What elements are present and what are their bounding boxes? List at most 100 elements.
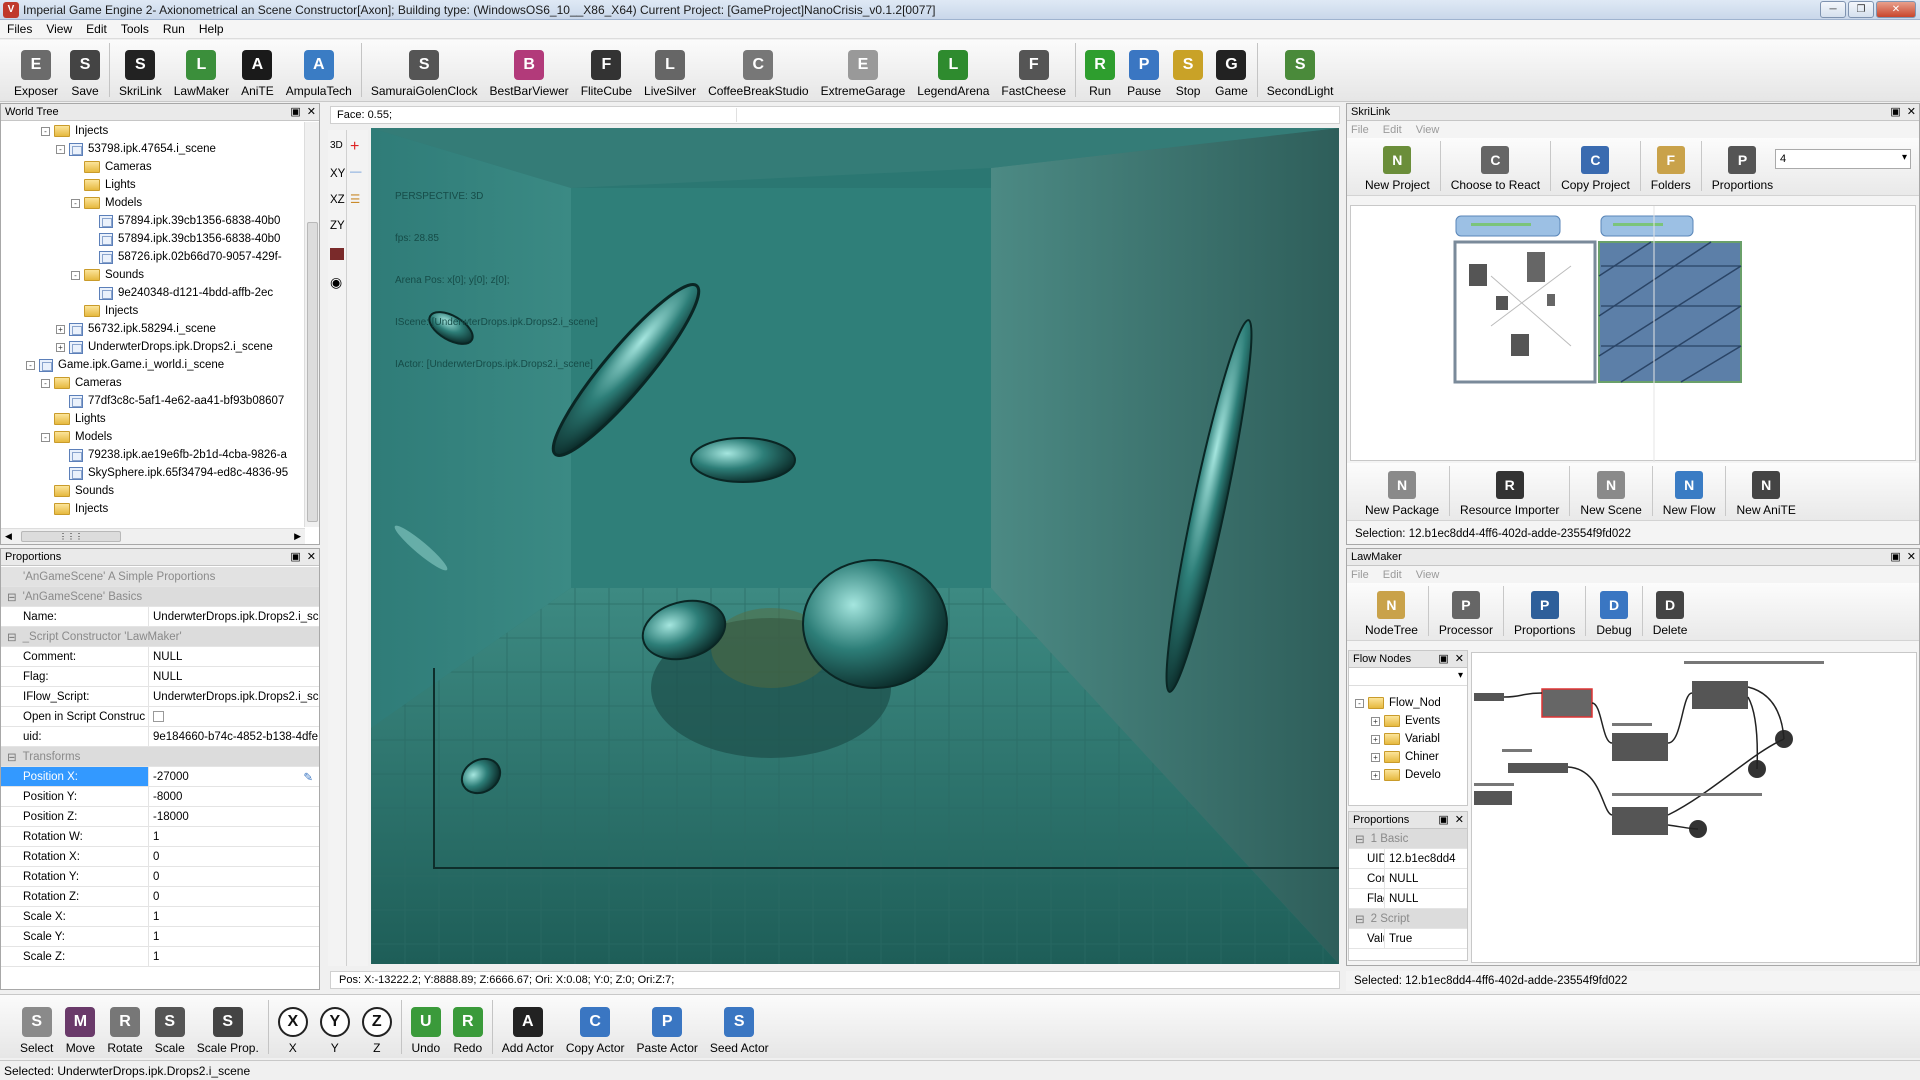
flow-tree-item[interactable]: - Flow_Nod [1355, 694, 1441, 712]
menu-item-files[interactable]: Files [0, 22, 39, 36]
toolbar-coffeebreakstudio-button[interactable]: C CoffeeBreakStudio [702, 41, 815, 101]
menu-item-tools[interactable]: Tools [114, 22, 156, 36]
color-swatch-icon[interactable] [330, 248, 344, 260]
skrilink-graph[interactable] [1351, 206, 1917, 462]
property-row[interactable]: Name: UnderwterDrops.ipk.Drops2.i_sc [1, 607, 319, 627]
view-3d-button[interactable]: 3D [330, 140, 343, 151]
submenu-view[interactable]: View [1416, 569, 1440, 581]
property-value[interactable]: NULL [149, 647, 319, 666]
tree-item[interactable]: - Game.ipk.Game.i_world.i_scene [26, 356, 224, 374]
skrilink-dropdown[interactable]: 4 [1775, 149, 1911, 169]
toolbar-skrilink-button[interactable]: S SkriLink [113, 41, 168, 101]
tree-item[interactable]: + UnderwterDrops.ipk.Drops2.i_scene [56, 338, 273, 356]
property-value[interactable]: NULL [1385, 889, 1467, 908]
property-row[interactable]: Position Z: -18000 [1, 807, 319, 827]
flow-nodes-filter[interactable]: ▾ [1349, 668, 1467, 686]
tree-item[interactable]: - Cameras [41, 374, 122, 392]
property-value[interactable]: UnderwterDrops.ipk.Drops2.i_sc [149, 687, 319, 706]
float-icon[interactable]: ▣ [1890, 550, 1900, 563]
property-row[interactable]: _Script Constructor 'LawMaker' [1, 627, 319, 647]
submenu-file[interactable]: File [1351, 124, 1369, 136]
collapse-icon[interactable]: - [26, 360, 35, 370]
menu-item-help[interactable]: Help [192, 22, 231, 36]
collapse-icon[interactable]: - [41, 378, 50, 388]
property-value[interactable]: 1 [149, 927, 319, 946]
menu-item-view[interactable]: View [39, 22, 79, 36]
tree-item[interactable]: Injects [71, 302, 138, 320]
tool-add-actor-button[interactable]: A Add Actor [496, 998, 560, 1058]
property-row[interactable]: Rotation W: 1 [1, 827, 319, 847]
float-icon[interactable]: ▣ [1438, 652, 1448, 665]
lawmaker-proportions-button[interactable]: P Proportions [1506, 591, 1583, 640]
columns-icon[interactable]: ☰ [350, 192, 360, 206]
property-value[interactable]: UnderwterDrops.ipk.Drops2.i_sc [149, 607, 319, 626]
property-row[interactable]: Position X: -27000 ✎ [1, 767, 319, 787]
collapse-icon[interactable]: - [41, 126, 50, 136]
close-icon[interactable]: ✕ [1907, 550, 1916, 563]
property-row[interactable]: ValuTrue [1349, 929, 1467, 949]
view-xy-button[interactable]: XY [330, 168, 345, 180]
tool-select-button[interactable]: S Select [14, 998, 59, 1058]
skrilink-resource-importer-button[interactable]: R Resource Importer [1452, 471, 1567, 520]
property-value[interactable]: NULL [149, 667, 319, 686]
property-row[interactable]: 1 Basic [1349, 829, 1467, 849]
property-row[interactable]: 2 Script [1349, 909, 1467, 929]
collapse-icon[interactable]: - [71, 198, 80, 208]
property-row[interactable]: Position Y: -8000 [1, 787, 319, 807]
property-value[interactable]: 0 [149, 847, 319, 866]
close-icon[interactable]: ✕ [307, 550, 316, 563]
skrilink-copy-project-button[interactable]: C Copy Project [1553, 146, 1638, 195]
tree-item[interactable]: - Models [71, 194, 142, 212]
property-value[interactable]: -18000 [149, 807, 319, 826]
property-row[interactable]: Scale Z: 1 [1, 947, 319, 967]
toolbar-bestbarviewer-button[interactable]: B BestBarViewer [484, 41, 575, 101]
toolbar-legendarena-button[interactable]: L LegendArena [911, 41, 995, 101]
tool-scale-prop--button[interactable]: S Scale Prop. [191, 998, 265, 1058]
skrilink-proportions-button[interactable]: P Proportions [1704, 146, 1781, 195]
property-value[interactable]: NULL [1385, 869, 1467, 888]
crosshair-icon[interactable]: + [350, 138, 359, 156]
toolbar-flitecube-button[interactable]: F FliteCube [575, 41, 638, 101]
tool-redo-button[interactable]: R Redo [447, 998, 489, 1058]
edit-value-icon[interactable]: ✎ [303, 770, 313, 784]
flow-tree-item[interactable]: + Develo [1371, 766, 1441, 784]
property-row[interactable]: Rotation Z: 0 [1, 887, 319, 907]
expand-icon[interactable]: + [56, 342, 65, 352]
tree-item[interactable]: - 53798.ipk.47654.i_scene [56, 140, 216, 158]
property-row[interactable]: IFlow_Script: UnderwterDrops.ipk.Drops2.i… [1, 687, 319, 707]
toolbar-fastcheese-button[interactable]: F FastCheese [995, 41, 1072, 101]
submenu-file[interactable]: File [1351, 569, 1369, 581]
property-value[interactable]: 12.b1ec8dd4 [1385, 849, 1467, 868]
skrilink-choose-to-react-button[interactable]: C Choose to React [1443, 146, 1548, 195]
property-row[interactable]: Rotation X: 0 [1, 847, 319, 867]
tree-item[interactable]: 58726.ipk.02b66d70-9057-429f- [86, 248, 282, 266]
scroll-left-icon[interactable]: ◀ [5, 531, 12, 542]
property-value[interactable]: 1 [149, 947, 319, 966]
expand-icon[interactable]: + [1371, 716, 1380, 726]
close-icon[interactable]: ✕ [1455, 813, 1464, 826]
view-zy-button[interactable]: ZY [330, 220, 345, 232]
toolbar-stop-button[interactable]: S Stop [1167, 41, 1209, 101]
property-row[interactable]: Scale X: 1 [1, 907, 319, 927]
flow-tree-item[interactable]: + Variabl [1371, 730, 1440, 748]
scroll-thumb[interactable] [307, 222, 318, 522]
property-value[interactable]: 0 [149, 867, 319, 886]
float-icon[interactable]: ▣ [1890, 105, 1900, 118]
collapse-icon[interactable]: - [41, 432, 50, 442]
toolbar-samuraigolenclock-button[interactable]: S SamuraiGolenClock [365, 41, 484, 101]
line-icon[interactable]: — [350, 166, 362, 178]
flow-tree-item[interactable]: + Events [1371, 712, 1440, 730]
tree-item[interactable]: 79238.ipk.ae19e6fb-2b1d-4cba-9826-a [56, 446, 287, 464]
minimize-button[interactable]: ─ [1820, 1, 1846, 18]
tool-y-button[interactable]: YY [314, 998, 356, 1058]
submenu-edit[interactable]: Edit [1383, 569, 1402, 581]
skrilink-new-anite-button[interactable]: N New AniTE [1728, 471, 1803, 520]
tool-copy-actor-button[interactable]: C Copy Actor [560, 998, 631, 1058]
lawmaker-delete-button[interactable]: D Delete [1645, 591, 1696, 640]
submenu-view[interactable]: View [1416, 124, 1440, 136]
skrilink-new-scene-button[interactable]: N New Scene [1572, 471, 1649, 520]
toolbar-secondlight-button[interactable]: S SecondLight [1261, 41, 1340, 101]
tree-horizontal-scrollbar[interactable]: ◀ ⋮⋮⋮ ▶ [1, 528, 305, 544]
skrilink-canvas[interactable] [1350, 205, 1917, 462]
property-row[interactable]: ComNULL [1349, 869, 1467, 889]
